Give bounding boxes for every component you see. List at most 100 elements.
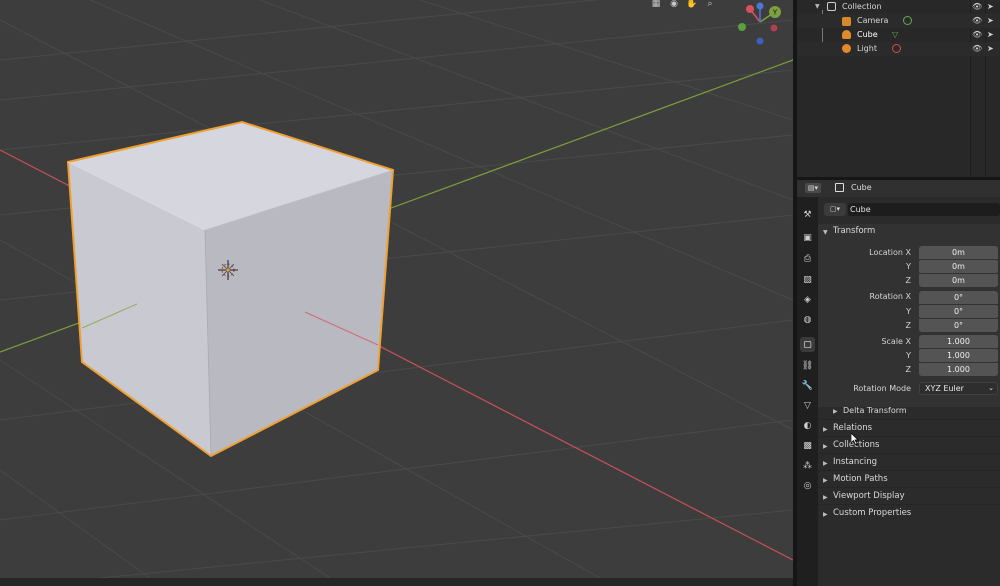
expand-arrow-icon[interactable]: ▶ (823, 443, 828, 450)
object-icon[interactable]: ▢ (800, 337, 815, 352)
transform-panel-title[interactable]: Transform (833, 226, 875, 236)
rotation-x-label: Rotation X (869, 292, 911, 301)
eye-icon[interactable]: 👁 (972, 16, 982, 25)
properties-header: ▤▾ Cube (797, 180, 1000, 197)
output-icon[interactable]: ⎙ (800, 251, 815, 266)
outliner-row-collection[interactable]: ▼ Collection 👁 ➤ (797, 0, 1000, 14)
gizmo-neg-x-icon[interactable] (770, 24, 778, 32)
expand-arrow-icon[interactable]: ▶ (823, 511, 828, 518)
motion-paths-panel[interactable]: Motion Paths (833, 474, 888, 484)
location-x-field[interactable]: 0m (919, 246, 998, 259)
transform-collapse-icon[interactable]: ▼ (823, 229, 828, 236)
mouse-cursor-icon (851, 433, 859, 445)
gizmo-neg-z-icon[interactable] (756, 37, 764, 45)
scale-y-label: Y (906, 351, 911, 360)
gizmo-neg-y-icon[interactable] (738, 23, 746, 31)
particles-icon[interactable]: ⁂ (800, 458, 815, 473)
camera-data-icon[interactable] (903, 16, 912, 25)
collapse-arrow-icon[interactable]: ▼ (815, 3, 820, 10)
expand-arrow-icon[interactable]: ▶ (833, 408, 838, 415)
expand-arrow-icon[interactable]: ▶ (823, 426, 828, 433)
outliner-row-light[interactable]: Light 👁 ➤ (797, 42, 1000, 56)
3d-viewport[interactable]: Y ▦ ◉ ✋ ⌕ (0, 0, 793, 578)
select-arrow-icon[interactable]: ➤ (987, 44, 994, 53)
outliner-row-cube[interactable]: Cube ▽ 👁 ➤ (797, 28, 1000, 42)
timeline-strip[interactable] (0, 578, 793, 586)
location-y-label: Y (906, 262, 911, 271)
data-icon[interactable]: ▽ (800, 398, 815, 413)
chevron-down-icon: ⌄ (988, 384, 994, 392)
mesh-icon (842, 30, 851, 39)
grid-icon[interactable]: ▦ (650, 0, 662, 9)
rotation-x-field[interactable]: 0° (919, 291, 998, 304)
select-arrow-icon[interactable]: ➤ (987, 30, 994, 39)
scale-z-field[interactable]: 1.000 (919, 363, 998, 376)
eye-icon[interactable]: 👁 (972, 2, 982, 11)
location-z-field[interactable]: 0m (919, 274, 998, 287)
gizmo-x-icon[interactable] (746, 5, 754, 13)
outliner-row-camera[interactable]: Camera 👁 ➤ (797, 14, 1000, 28)
rotation-mode-label: Rotation Mode (853, 384, 911, 393)
collection-icon (827, 2, 836, 11)
gizmo-y-label: Y (772, 9, 778, 17)
object-name-field[interactable]: Cube (848, 203, 1000, 216)
object-icon (835, 183, 844, 192)
rotation-z-field[interactable]: 0° (919, 319, 998, 332)
texture-icon[interactable]: ▩ (800, 438, 815, 453)
rotation-y-label: Y (906, 307, 911, 316)
render-icon[interactable]: ▣ (800, 230, 815, 245)
expand-arrow-icon[interactable]: ▶ (823, 477, 828, 484)
rotation-mode-value: XYZ Euler (925, 384, 964, 393)
select-arrow-icon[interactable]: ➤ (987, 2, 994, 11)
header-object-name: Cube (851, 183, 872, 192)
camera-icon (842, 17, 851, 26)
eye-icon[interactable]: 👁 (972, 30, 982, 39)
instancing-panel[interactable]: Instancing (833, 457, 877, 467)
camera-view-icon[interactable]: ◉ (668, 0, 680, 9)
properties-tabs: ⚒ ▣ ⎙ ▨ ◈ ◍ ▢ ⛓ 🔧 ▽ ◐ ▩ ⁂ ◎ (797, 197, 818, 586)
light-icon (842, 44, 851, 53)
delta-transform-panel[interactable]: Delta Transform (843, 406, 907, 415)
expand-arrow-icon[interactable]: ▶ (823, 494, 828, 501)
physics-icon[interactable]: ◎ (800, 478, 815, 493)
object-selector[interactable]: ▢▾ (824, 203, 846, 216)
scale-x-field[interactable]: 1.000 (919, 335, 998, 348)
scale-y-field[interactable]: 1.000 (919, 349, 998, 362)
outliner-label: Collection (842, 2, 882, 11)
view-layer-icon[interactable]: ▨ (800, 272, 815, 287)
location-z-label: Z (905, 276, 911, 285)
expand-arrow-icon[interactable]: ▶ (823, 460, 828, 467)
location-x-label: Location X (869, 248, 911, 257)
hand-icon[interactable]: ✋ (686, 0, 698, 9)
outliner-label: Light (857, 44, 877, 53)
rotation-mode-select[interactable]: XYZ Euler ⌄ (919, 382, 998, 395)
constraints-icon[interactable]: ⛓ (800, 358, 815, 373)
light-data-icon[interactable] (892, 44, 901, 53)
eye-icon[interactable]: 👁 (972, 44, 982, 53)
scale-z-label: Z (905, 365, 911, 374)
scene-icon[interactable]: ◈ (800, 292, 815, 307)
editor-type-icon[interactable]: ▤▾ (805, 183, 821, 193)
relations-panel[interactable]: Relations (833, 423, 872, 433)
location-y-field[interactable]: 0m (919, 260, 998, 273)
outliner-label: Cube (857, 30, 878, 39)
custom-properties-panel[interactable]: Custom Properties (833, 508, 911, 518)
rotation-y-field[interactable]: 0° (919, 305, 998, 318)
material-icon[interactable]: ◐ (800, 418, 815, 433)
select-arrow-icon[interactable]: ➤ (987, 16, 994, 25)
scale-x-label: Scale X (881, 337, 911, 346)
cube-object[interactable] (66, 120, 395, 458)
gizmo-z-icon[interactable] (756, 2, 764, 10)
properties-body: ▢▾ Cube ▼ Transform Location X Y Z 0m 0m… (818, 197, 1000, 586)
mesh-data-icon[interactable]: ▽ (892, 30, 898, 39)
viewport-header-icons: ▦ ◉ ✋ ⌕ (650, 0, 716, 9)
tool-icon[interactable]: ⚒ (800, 207, 815, 222)
viewport-display-panel[interactable]: Viewport Display (833, 491, 905, 501)
outliner-label: Camera (857, 16, 889, 25)
zoom-icon[interactable]: ⌕ (704, 0, 716, 9)
outliner[interactable]: ▼ Collection 👁 ➤ Camera 👁 ➤ Cube ▽ 👁 ➤ L… (797, 0, 1000, 177)
modifier-icon[interactable]: 🔧 (800, 378, 815, 393)
rotation-z-label: Z (905, 321, 911, 330)
viewport-scene: Y (0, 0, 793, 578)
world-icon[interactable]: ◍ (800, 312, 815, 327)
